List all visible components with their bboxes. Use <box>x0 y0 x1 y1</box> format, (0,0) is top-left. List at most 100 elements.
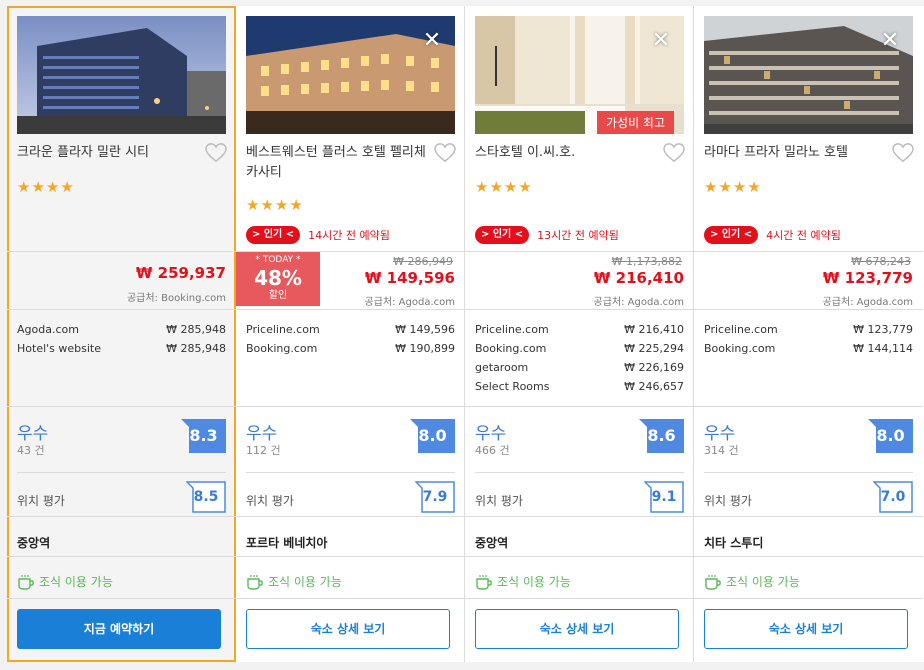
divider <box>7 556 236 557</box>
divider <box>7 598 236 599</box>
divider <box>17 472 226 473</box>
divider <box>236 556 465 557</box>
location-score-badge: 7.9 <box>414 481 455 513</box>
divider <box>465 309 694 310</box>
hotel-column[interactable]: ✕ 베스트웨스턴 플러스 호텔 펠리체 카사티 ★★★★ > 인기 < 14시간… <box>236 6 465 662</box>
hotel-column[interactable]: ✕ 가성비 최고 스타호텔 이.씨.호. ★★★★ > 인기 < 13시간 전 … <box>465 6 694 662</box>
location-score-badge: 9.1 <box>643 481 684 513</box>
hotel-photo[interactable]: ✕ 가성비 최고 <box>475 16 684 134</box>
divider <box>465 251 694 252</box>
divider <box>236 309 465 310</box>
hotel-name[interactable]: 스타호텔 이.씨.호. <box>475 143 655 163</box>
hotel-name[interactable]: 라마다 프라자 밀라노 호텔 <box>704 143 884 163</box>
review-count[interactable]: 43 건 <box>17 442 45 458</box>
divider <box>7 406 236 407</box>
ota-row[interactable]: Hotel's website ₩ 285,948 <box>17 339 226 358</box>
view-details-button[interactable]: 숙소 상세 보기 <box>246 609 450 649</box>
divider <box>465 598 694 599</box>
popularity-banner: > 인기 < 13시간 전 예약됨 <box>475 226 619 244</box>
divider <box>694 556 923 557</box>
score-value: 8.3 <box>189 426 218 445</box>
ota-price: ₩ 285,948 <box>166 323 226 336</box>
coffee-cup-icon <box>705 574 721 590</box>
rating-word: 우수 <box>17 424 49 444</box>
divider <box>236 516 465 517</box>
review-count[interactable]: 314 건 <box>704 442 739 458</box>
ota-row[interactable]: Agoda.com ₩ 285,948 <box>17 320 226 339</box>
original-price: ₩ 1,173,882 <box>611 255 682 268</box>
review-count[interactable]: 466 건 <box>475 442 510 458</box>
hotel-name[interactable]: 베스트웨스턴 플러스 호텔 펠리체 카사티 <box>246 143 426 183</box>
ota-price: ₩ 226,169 <box>624 361 684 374</box>
original-price: ₩ 286,949 <box>393 255 453 268</box>
supplier-label: 공급처: Booking.com <box>126 293 226 304</box>
ota-price: ₩ 285,948 <box>166 342 226 355</box>
heart-icon[interactable] <box>434 143 456 163</box>
best-price[interactable]: ₩ 123,779 <box>823 269 913 287</box>
location-score-value: 8.5 <box>193 489 219 505</box>
ota-row[interactable]: Booking.com ₩ 190,899 <box>246 339 455 358</box>
star-rating: ★★★★ <box>17 178 75 196</box>
hotel-name[interactable]: 크라운 플라자 밀란 시티 <box>17 143 197 163</box>
ota-name: Priceline.com <box>246 323 320 336</box>
hotel-column[interactable]: ✕ 라마다 프라자 밀라노 호텔 ★★★★ > 인기 < 4시간 전 예약됨 ₩… <box>694 6 923 662</box>
hotel-column[interactable]: 크라운 플라자 밀란 시티 ★★★★ ₩ 259,937 공급처: Bookin… <box>7 6 236 662</box>
supplier-label: 공급처: Agoda.com <box>593 297 684 308</box>
divider <box>694 406 923 407</box>
view-details-button[interactable]: 숙소 상세 보기 <box>704 609 908 649</box>
popular-tag: > 인기 < <box>475 226 530 244</box>
divider <box>7 309 236 310</box>
ota-row[interactable]: Booking.com ₩ 225,294 <box>475 339 684 358</box>
divider <box>694 516 923 517</box>
original-price: ₩ 678,243 <box>851 255 911 268</box>
divider <box>246 472 455 473</box>
ota-price: ₩ 144,114 <box>853 342 913 355</box>
ota-row[interactable]: Select Rooms ₩ 246,657 <box>475 377 684 396</box>
area-name: 중앙역 <box>17 536 51 550</box>
supplier-label: 공급처: Agoda.com <box>822 297 913 308</box>
close-icon[interactable]: ✕ <box>421 30 443 52</box>
heart-icon[interactable] <box>205 143 227 163</box>
popularity-banner: > 인기 < 14시간 전 예약됨 <box>246 226 390 244</box>
supplier-label: 공급처: Agoda.com <box>364 297 455 308</box>
ota-name: Select Rooms <box>475 380 550 393</box>
divider <box>7 516 236 517</box>
ota-row[interactable]: Priceline.com ₩ 123,779 <box>704 320 913 339</box>
heart-icon[interactable] <box>892 143 914 163</box>
location-label: 위치 평가 <box>17 494 65 508</box>
score-badge: 8.6 <box>639 419 684 453</box>
hotel-photo[interactable] <box>17 16 226 134</box>
location-score-value: 7.9 <box>422 489 448 505</box>
rating-word: 우수 <box>475 424 507 444</box>
booked-recently: 13시간 전 예약됨 <box>537 229 619 242</box>
breakfast-info: 조식 이용 가능 <box>17 573 113 590</box>
ota-row[interactable]: getaroom ₩ 226,169 <box>475 358 684 377</box>
divider <box>704 472 913 473</box>
hotel-photo[interactable]: ✕ <box>246 16 455 134</box>
divider <box>236 598 465 599</box>
area-name: 포르타 베네치아 <box>246 536 328 550</box>
divider <box>475 472 684 473</box>
breakfast-label: 조식 이용 가능 <box>497 575 571 589</box>
booked-recently: 14시간 전 예약됨 <box>308 229 390 242</box>
book-now-button[interactable]: 지금 예약하기 <box>17 609 221 649</box>
best-price[interactable]: ₩ 216,410 <box>594 269 684 287</box>
score-badge: 8.0 <box>410 419 455 453</box>
view-details-button[interactable]: 숙소 상세 보기 <box>475 609 679 649</box>
ota-row[interactable]: Priceline.com ₩ 149,596 <box>246 320 455 339</box>
location-score-value: 9.1 <box>651 489 677 505</box>
heart-icon[interactable] <box>663 143 685 163</box>
divider <box>7 251 236 252</box>
best-price[interactable]: ₩ 259,937 <box>136 264 226 282</box>
hotel-photo[interactable]: ✕ <box>704 16 913 134</box>
best-price[interactable]: ₩ 149,596 <box>365 269 455 287</box>
close-icon[interactable]: ✕ <box>879 30 901 52</box>
divider <box>694 598 923 599</box>
close-icon[interactable]: ✕ <box>650 30 672 52</box>
divider <box>694 251 923 252</box>
review-count[interactable]: 112 건 <box>246 442 281 458</box>
coffee-cup-icon <box>247 574 263 590</box>
ota-row[interactable]: Booking.com ₩ 144,114 <box>704 339 913 358</box>
ota-row[interactable]: Priceline.com ₩ 216,410 <box>475 320 684 339</box>
comparison-columns: 크라운 플라자 밀란 시티 ★★★★ ₩ 259,937 공급처: Bookin… <box>7 6 924 662</box>
